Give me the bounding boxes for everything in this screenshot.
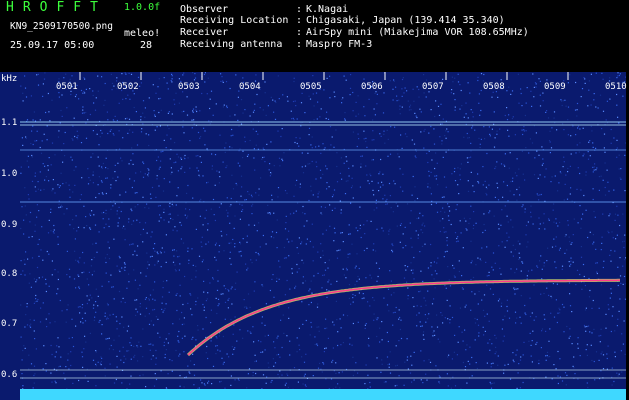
meteor-count: 28: [140, 40, 153, 51]
antenna-colon: :: [296, 39, 303, 50]
y-tick-label: 1.0: [1, 169, 18, 179]
x-tick-label: 0502: [117, 82, 139, 92]
location-colon: :: [296, 15, 303, 26]
y-axis-unit: kHz: [1, 74, 18, 84]
datetime-label: 25.09.17 05:00: [10, 40, 95, 51]
y-tick-label: 0.9: [1, 220, 18, 230]
receiver-value: AirSpy mini (Miakejima VOR 108.65MHz): [306, 27, 529, 38]
x-tick-label: 0505: [300, 82, 322, 92]
header-panel: HROFFT 1.0.0f KN9_2509170500.png meleo! …: [0, 0, 629, 72]
signal-band: [20, 389, 626, 400]
x-tick-label: 0510: [605, 82, 627, 92]
meteo-label: meleo!: [124, 28, 161, 39]
version-label: 1.0.0f: [124, 2, 161, 13]
spectrogram-plot: [20, 72, 626, 392]
file-name: KN9_2509170500.png: [10, 21, 113, 32]
app-title: HROFFT: [6, 0, 107, 15]
x-tick-label: 0504: [239, 82, 261, 92]
y-tick-label: 0.6: [1, 370, 18, 380]
y-tick-label: 0.7: [1, 319, 18, 329]
x-tick-label: 0506: [361, 82, 383, 92]
x-tick-label: 0508: [483, 82, 505, 92]
x-tick-label: 0509: [544, 82, 566, 92]
x-tick-label: 0507: [422, 82, 444, 92]
y-tick-label: 0.8: [1, 269, 18, 279]
y-tick-label: 1.1: [1, 118, 18, 128]
spectrogram-canvas: [20, 72, 626, 392]
x-tick-label: 0503: [178, 82, 200, 92]
receiver-label: Receiver: [180, 27, 229, 38]
location-label: Receiving Location: [180, 15, 289, 26]
antenna-label: Receiving antenna: [180, 39, 283, 50]
location-value: Chigasaki, Japan (139.414 35.340): [306, 15, 505, 26]
receiver-colon: :: [296, 27, 303, 38]
antenna-value: Maspro FM-3: [306, 39, 373, 50]
x-tick-label: 0501: [56, 82, 78, 92]
